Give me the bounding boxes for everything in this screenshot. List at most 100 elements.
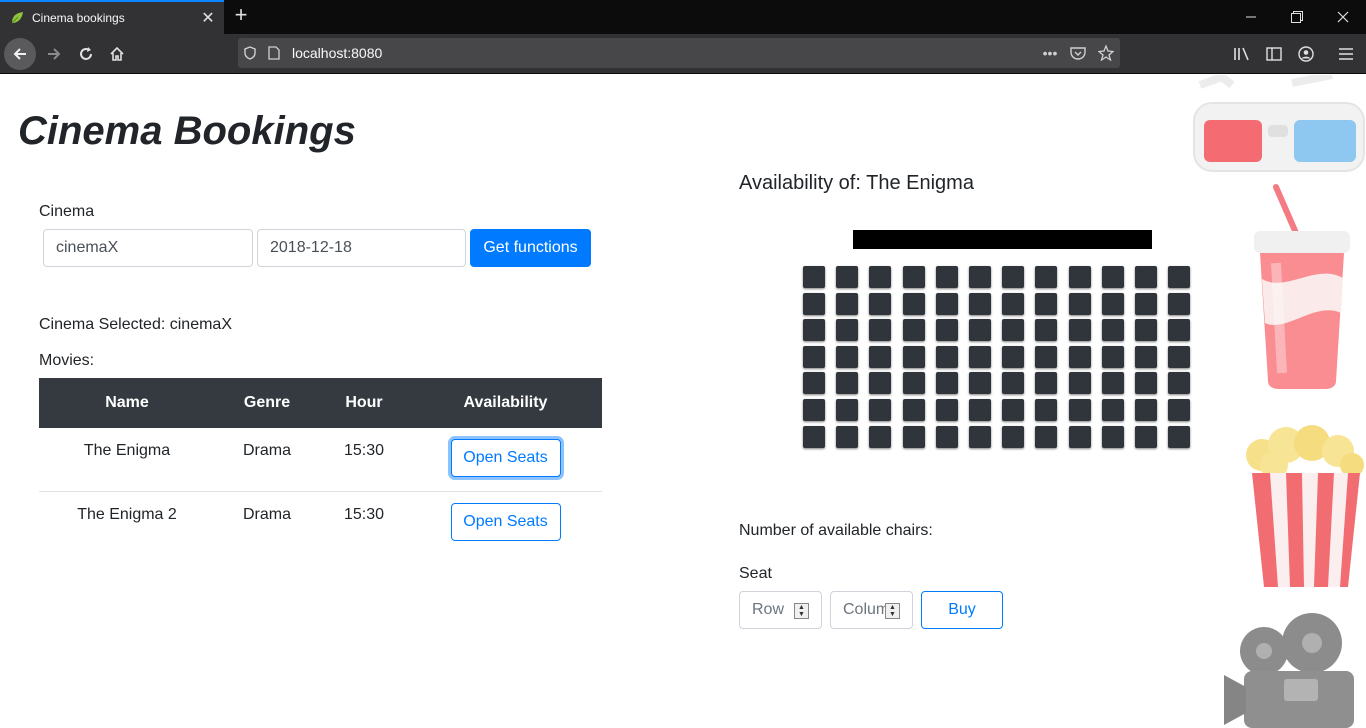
seat-2-2[interactable]	[836, 293, 858, 315]
seat-4-12[interactable]	[1168, 346, 1190, 368]
date-input[interactable]: 2018-12-18	[257, 229, 466, 267]
seat-3-7[interactable]	[1002, 319, 1024, 341]
seat-7-1[interactable]	[803, 426, 825, 448]
seat-2-1[interactable]	[803, 293, 825, 315]
seat-4-3[interactable]	[869, 346, 891, 368]
reload-icon[interactable]	[70, 38, 102, 70]
seat-5-2[interactable]	[836, 372, 858, 394]
seat-5-4[interactable]	[903, 372, 925, 394]
seat-7-2[interactable]	[836, 426, 858, 448]
home-icon[interactable]	[101, 38, 133, 70]
seat-7-4[interactable]	[903, 426, 925, 448]
account-icon[interactable]	[1290, 38, 1322, 70]
seat-3-4[interactable]	[903, 319, 925, 341]
seat-6-6[interactable]	[969, 399, 991, 421]
seat-1-3[interactable]	[869, 266, 891, 288]
buy-button[interactable]: Buy	[921, 591, 1003, 629]
bookmark-star-icon[interactable]	[1092, 38, 1120, 68]
seat-5-12[interactable]	[1168, 372, 1190, 394]
seat-1-6[interactable]	[969, 266, 991, 288]
seat-5-5[interactable]	[936, 372, 958, 394]
seat-2-11[interactable]	[1135, 293, 1157, 315]
seat-1-10[interactable]	[1102, 266, 1124, 288]
seat-4-6[interactable]	[969, 346, 991, 368]
seat-3-9[interactable]	[1069, 319, 1091, 341]
seat-7-8[interactable]	[1035, 426, 1057, 448]
seat-1-2[interactable]	[836, 266, 858, 288]
library-icon[interactable]	[1226, 38, 1258, 70]
seat-7-9[interactable]	[1069, 426, 1091, 448]
seat-2-4[interactable]	[903, 293, 925, 315]
url-bar[interactable]: localhost:8080 •••	[238, 38, 1120, 68]
seat-1-8[interactable]	[1035, 266, 1057, 288]
seat-2-8[interactable]	[1035, 293, 1057, 315]
seat-5-7[interactable]	[1002, 372, 1024, 394]
seat-6-3[interactable]	[869, 399, 891, 421]
seat-6-5[interactable]	[936, 399, 958, 421]
seat-4-10[interactable]	[1102, 346, 1124, 368]
seat-3-8[interactable]	[1035, 319, 1057, 341]
seat-2-6[interactable]	[969, 293, 991, 315]
seat-2-10[interactable]	[1102, 293, 1124, 315]
seat-3-12[interactable]	[1168, 319, 1190, 341]
seat-4-2[interactable]	[836, 346, 858, 368]
seat-7-6[interactable]	[969, 426, 991, 448]
seat-1-7[interactable]	[1002, 266, 1024, 288]
seat-1-5[interactable]	[936, 266, 958, 288]
pocket-icon[interactable]	[1064, 38, 1092, 68]
seat-7-12[interactable]	[1168, 426, 1190, 448]
seat-6-4[interactable]	[903, 399, 925, 421]
seat-2-9[interactable]	[1069, 293, 1091, 315]
seat-5-9[interactable]	[1069, 372, 1091, 394]
back-arrow-icon[interactable]	[4, 38, 36, 70]
seat-5-8[interactable]	[1035, 372, 1057, 394]
open-seats-button[interactable]: Open Seats	[450, 502, 561, 541]
cinema-input[interactable]: cinemaX	[43, 229, 253, 267]
browser-tab[interactable]: Cinema bookings ✕	[0, 0, 224, 34]
hamburger-menu-icon[interactable]	[1330, 38, 1362, 70]
row-stepper-icon[interactable]: ▲ ▼	[794, 603, 809, 619]
more-actions-icon[interactable]: •••	[1036, 38, 1064, 68]
seat-1-4[interactable]	[903, 266, 925, 288]
seat-7-3[interactable]	[869, 426, 891, 448]
seat-6-10[interactable]	[1102, 399, 1124, 421]
seat-2-7[interactable]	[1002, 293, 1024, 315]
close-tab-icon[interactable]: ✕	[196, 8, 220, 28]
seat-4-1[interactable]	[803, 346, 825, 368]
seat-3-2[interactable]	[836, 319, 858, 341]
seat-6-12[interactable]	[1168, 399, 1190, 421]
seat-5-3[interactable]	[869, 372, 891, 394]
seat-4-4[interactable]	[903, 346, 925, 368]
get-functions-button[interactable]: Get functions	[470, 229, 591, 267]
seat-5-11[interactable]	[1135, 372, 1157, 394]
row-input[interactable]: Row ▲ ▼	[739, 591, 822, 629]
seat-2-5[interactable]	[936, 293, 958, 315]
seat-1-9[interactable]	[1069, 266, 1091, 288]
seat-4-5[interactable]	[936, 346, 958, 368]
seat-3-10[interactable]	[1102, 319, 1124, 341]
seat-6-2[interactable]	[836, 399, 858, 421]
sidebar-icon[interactable]	[1258, 38, 1290, 70]
column-stepper-icon[interactable]: ▲ ▼	[885, 603, 900, 619]
seat-3-3[interactable]	[869, 319, 891, 341]
seat-2-3[interactable]	[869, 293, 891, 315]
seat-7-10[interactable]	[1102, 426, 1124, 448]
seat-6-7[interactable]	[1002, 399, 1024, 421]
forward-arrow-icon[interactable]	[38, 38, 70, 70]
seat-1-11[interactable]	[1135, 266, 1157, 288]
shield-icon[interactable]	[238, 38, 262, 68]
seat-4-11[interactable]	[1135, 346, 1157, 368]
seat-2-12[interactable]	[1168, 293, 1190, 315]
close-window-icon[interactable]	[1320, 0, 1366, 34]
open-seats-button[interactable]: Open Seats	[450, 439, 561, 477]
seat-5-6[interactable]	[969, 372, 991, 394]
seat-4-8[interactable]	[1035, 346, 1057, 368]
seat-6-1[interactable]	[803, 399, 825, 421]
seat-6-9[interactable]	[1069, 399, 1091, 421]
column-input[interactable]: Column ▲ ▼	[830, 591, 913, 629]
seat-4-9[interactable]	[1069, 346, 1091, 368]
seat-3-5[interactable]	[936, 319, 958, 341]
page-info-icon[interactable]	[262, 38, 286, 68]
seat-7-11[interactable]	[1135, 426, 1157, 448]
seat-5-1[interactable]	[803, 372, 825, 394]
